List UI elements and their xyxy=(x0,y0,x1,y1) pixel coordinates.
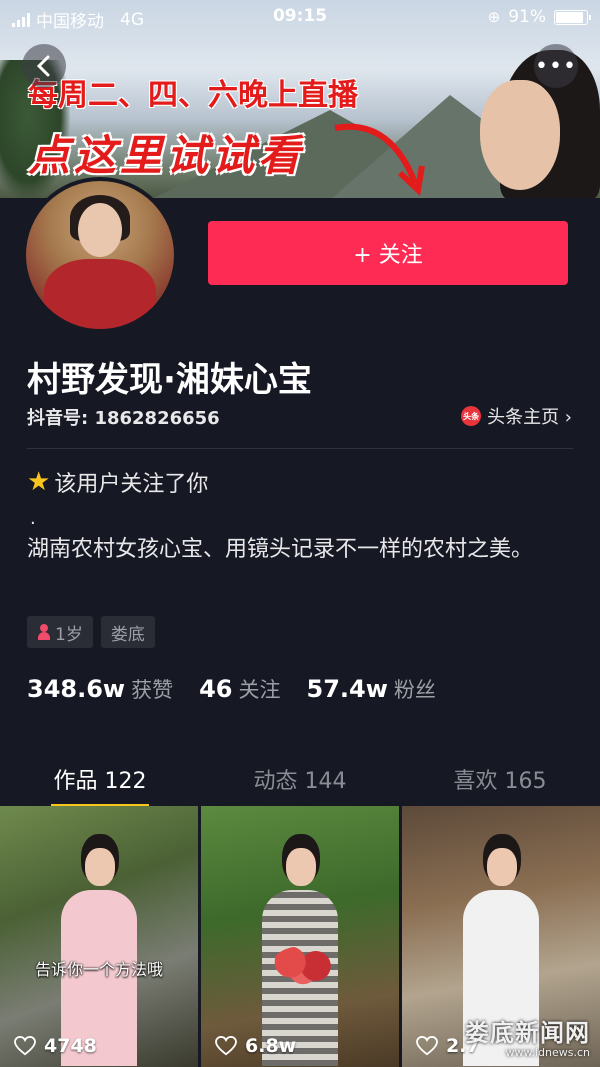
heart-icon xyxy=(215,1036,237,1056)
female-icon xyxy=(37,624,51,640)
apples-decoration xyxy=(271,946,335,986)
news-watermark: 娄底新闻网 www.ldnews.cn xyxy=(465,1013,590,1059)
avatar[interactable] xyxy=(22,177,178,333)
location-tag-label: 娄底 xyxy=(110,624,145,645)
bio-text: 湖南农村女孩心宝、用镜头记录不一样的农村之美。 xyxy=(27,537,534,562)
status-bar: 中国移动 4G 09:15 ⊕ 91% xyxy=(0,0,600,34)
heart-icon xyxy=(416,1036,438,1056)
profile-name: 村野发现·湘妹心宝 xyxy=(27,360,312,400)
divider xyxy=(27,448,573,449)
video-thumbnail[interactable]: 6.8w xyxy=(201,806,399,1067)
chevron-left-icon xyxy=(36,55,50,77)
watermark-title: 娄底新闻网 xyxy=(465,1018,590,1047)
tab-works[interactable]: 作品 122 xyxy=(0,745,200,807)
stat-followers[interactable]: 57.4w 粉丝 xyxy=(307,674,436,704)
stat-label: 粉丝 xyxy=(393,678,436,702)
profile-tags: 1岁 娄底 xyxy=(27,616,155,648)
battery-percent: 91% xyxy=(508,7,546,27)
battery-icon xyxy=(554,9,591,25)
video-likes: 4748 xyxy=(14,1035,97,1057)
video-caption: 告诉你一个方法哦 xyxy=(34,960,163,979)
stat-likes[interactable]: 348.6w 获赞 xyxy=(27,674,173,704)
stat-number: 57.4w xyxy=(306,675,388,703)
location-tag: 娄底 xyxy=(100,616,155,648)
toutiao-homepage-link[interactable]: 头条 头条主页 › xyxy=(461,403,572,429)
age-tag: 1岁 xyxy=(27,616,93,648)
toutiao-link-label: 头条主页 › xyxy=(487,407,572,428)
profile-stats: 348.6w 获赞 46 关注 57.4w 粉丝 xyxy=(27,674,436,704)
video-likes-count: 6.8w xyxy=(245,1035,297,1057)
content-tabs: 作品 122 动态 144 喜欢 165 xyxy=(0,745,600,807)
rotation-lock-icon: ⊕ xyxy=(487,8,501,26)
video-likes: 6.8w xyxy=(215,1035,296,1057)
promo-live-schedule: 每周二、四、六晚上直播 xyxy=(28,78,358,113)
more-options-button[interactable]: ••• xyxy=(534,44,578,88)
video-thumbnail[interactable]: 2.7 娄底新闻网 www.ldnews.cn xyxy=(402,806,600,1067)
follow-button[interactable]: + 关注 xyxy=(208,221,568,285)
heart-icon xyxy=(14,1036,36,1056)
back-button[interactable] xyxy=(22,44,66,88)
tab-dynamics[interactable]: 动态 144 xyxy=(200,745,400,805)
stat-number: 348.6w xyxy=(27,675,126,703)
follow-button-label: + 关注 xyxy=(353,243,423,268)
video-thumbnail[interactable]: 告诉你一个方法哦 4748 xyxy=(0,806,198,1067)
douyin-id: 抖音号: 1862826656 xyxy=(27,408,220,429)
more-icon: ••• xyxy=(535,53,577,79)
stat-label: 获赞 xyxy=(131,678,174,702)
star-icon: ★ xyxy=(27,467,51,497)
watermark-url: www.ldnews.cn xyxy=(505,1046,591,1059)
video-grid: 告诉你一个方法哦 4748 6.8w 2.7 娄底新闻网 www.ldnews.… xyxy=(0,806,600,1067)
followed-you-note: ★ 该用户关注了你 xyxy=(27,466,208,498)
arrow-icon xyxy=(334,123,425,197)
avatar-image xyxy=(26,181,174,329)
stat-number: 46 xyxy=(199,675,233,703)
followed-you-text: 该用户关注了你 xyxy=(54,472,209,497)
bio-dot: . xyxy=(30,508,36,529)
stat-label: 关注 xyxy=(238,678,281,702)
tab-likes[interactable]: 喜欢 165 xyxy=(400,745,600,805)
age-tag-label: 1岁 xyxy=(55,624,83,645)
stat-following[interactable]: 46 关注 xyxy=(199,674,280,704)
video-likes-count: 4748 xyxy=(44,1035,97,1057)
toutiao-icon: 头条 xyxy=(461,406,482,426)
promo-try-here: 点这里试试看 xyxy=(28,131,305,180)
